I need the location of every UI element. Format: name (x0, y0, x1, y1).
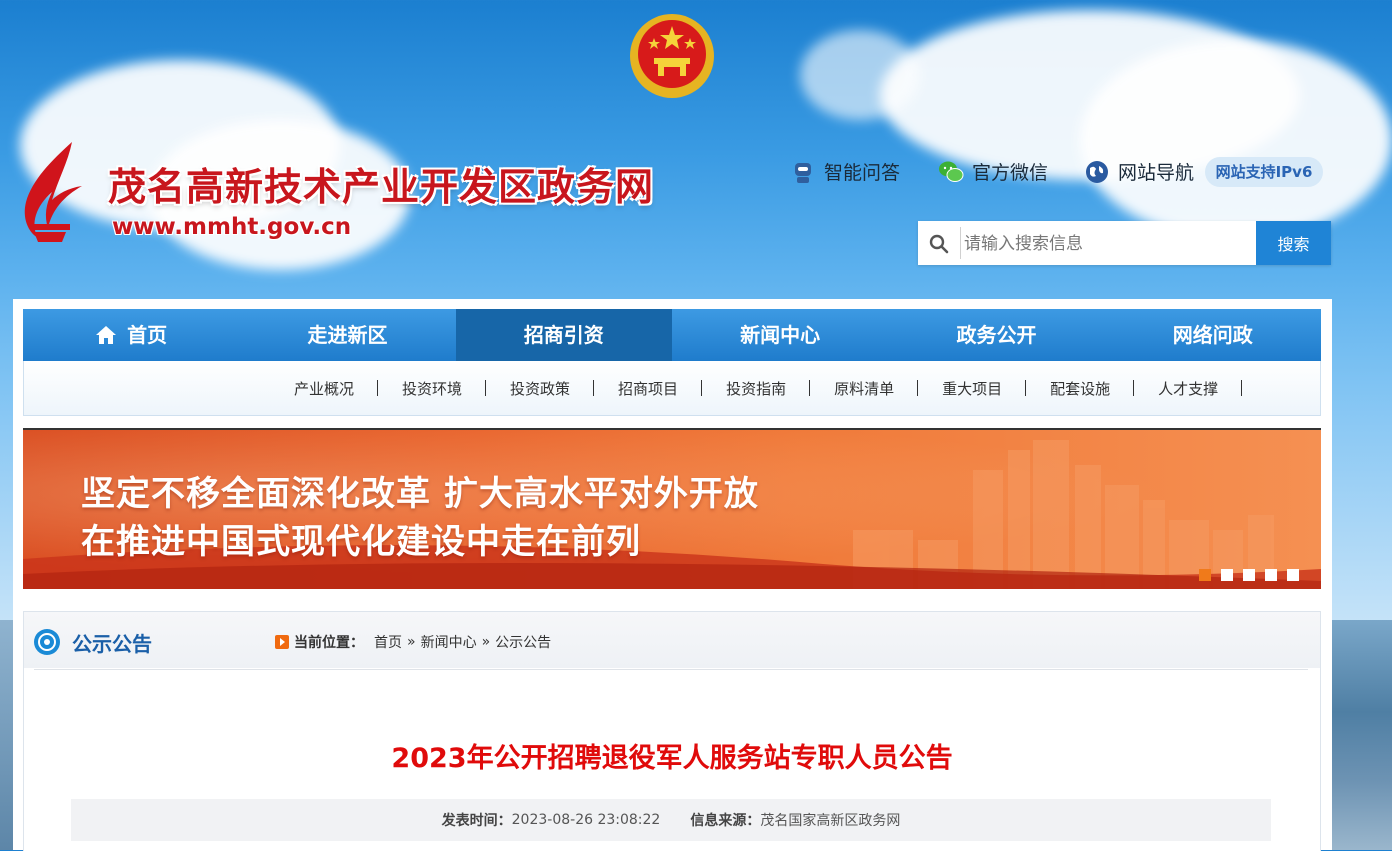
breadcrumb: 当前位置： 首页 » 新闻中心 » 公示公告 (275, 632, 551, 652)
banner-subline: 在推进中国式现代化建设中走在前列 (81, 522, 641, 562)
sub-nav: 产业概况 投资环境 投资政策 招商项目 投资指南 原料清单 重大项目 配套设施 … (23, 361, 1321, 416)
subnav-item[interactable]: 招商项目 (594, 378, 703, 399)
sitemap-label: 网站导航 (1118, 162, 1195, 184)
subnav-item[interactable]: 人才支撑 (1134, 378, 1243, 399)
wechat-icon (939, 161, 964, 182)
hero-banner[interactable]: 坚定不移全面深化改革 扩大高水平对外开放 在推进中国式现代化建设中走在前列 (23, 428, 1321, 589)
nav-item-affairs[interactable]: 政务公开 (888, 309, 1104, 361)
article-source: 茂名国家高新区政务网 (760, 813, 901, 829)
breadcrumb-label: 当前位置： (294, 635, 364, 651)
home-icon (96, 326, 117, 344)
section-header: 公示公告 当前位置： 首页 » 新闻中心 » 公示公告 (24, 612, 1320, 670)
nav-item-news[interactable]: 新闻中心 (672, 309, 888, 361)
qa-link[interactable]: 智能问答 (790, 158, 900, 185)
breadcrumb-separator: » (407, 634, 416, 650)
search-input[interactable] (962, 221, 1256, 267)
nav-item-home[interactable]: 首页 (23, 309, 239, 361)
ipv6-badge: 网站支持IPv6 (1205, 157, 1323, 187)
nav-item-about[interactable]: 走进新区 (239, 309, 455, 361)
search-divider (960, 227, 961, 259)
source-label: 信息来源： (690, 813, 761, 829)
subnav-item[interactable]: 投资环境 (378, 378, 487, 399)
publish-time-label: 发表时间： (441, 813, 512, 829)
breadcrumb-notices[interactable]: 公示公告 (495, 632, 551, 652)
subnav-item[interactable]: 投资指南 (702, 378, 811, 399)
nav-item-label: 走进新区 (307, 323, 388, 347)
sitemap-link[interactable]: 网站导航 (1084, 158, 1194, 185)
subnav-item[interactable]: 产业概况 (270, 378, 379, 399)
subnav-item[interactable]: 重大项目 (918, 378, 1027, 399)
carousel-dot[interactable] (1199, 569, 1211, 581)
location-flag-icon (275, 635, 289, 649)
robot-icon (795, 162, 811, 183)
section-divider (34, 669, 1308, 670)
subnav-item[interactable]: 投资政策 (486, 378, 595, 399)
article-meta: 发表时间： 2023-08-26 23:08:22 信息来源： 茂名国家高新区政… (71, 799, 1271, 841)
national-emblem-icon (630, 14, 714, 98)
main-nav: 首页 走进新区 招商引资 新闻中心 政务公开 网络问政 (23, 309, 1321, 361)
nav-item-inquiry[interactable]: 网络问政 (1105, 309, 1321, 361)
carousel-dot[interactable] (1287, 569, 1299, 581)
article-panel: 公示公告 当前位置： 首页 » 新闻中心 » 公示公告 2023年公开招聘退役军… (23, 611, 1321, 851)
site-header: 茂名高新技术产业开发区政务网 www.mmht.gov.cn 智能问答 官方微信… (0, 0, 1392, 300)
qa-label: 智能问答 (824, 162, 901, 184)
site-url[interactable]: www.mmht.gov.cn (112, 214, 351, 240)
background-city (0, 620, 13, 850)
search-icon (929, 234, 949, 254)
nav-item-investment[interactable]: 招商引资 (455, 309, 672, 361)
breadcrumb-separator: » (481, 634, 491, 650)
wechat-label: 官方微信 (972, 162, 1049, 184)
section-title: 公示公告 (72, 632, 152, 656)
subnav-item[interactable]: 原料清单 (810, 378, 919, 399)
banner-headline: 坚定不移全面深化改革 扩大高水平对外开放 (81, 474, 759, 514)
breadcrumb-news[interactable]: 新闻中心 (421, 632, 477, 652)
carousel-dot[interactable] (1221, 569, 1233, 581)
article-title: 2023年公开招聘退役军人服务站专职人员公告 (391, 743, 953, 774)
nav-item-label: 网络问政 (1172, 323, 1253, 347)
site-title: 茂名高新技术产业开发区政务网 (108, 165, 655, 209)
carousel-dot[interactable] (1243, 569, 1255, 581)
nav-item-label: 首页 (127, 323, 168, 347)
sub-nav-list: 产业概况 投资环境 投资政策 招商项目 投资指南 原料清单 重大项目 配套设施 … (270, 361, 1243, 415)
nav-item-label: 新闻中心 (740, 323, 821, 347)
globe-icon (1086, 160, 1108, 183)
subnav-item[interactable]: 配套设施 (1026, 378, 1135, 399)
search-bar: 搜索 (918, 221, 1331, 267)
nav-item-label: 招商引资 (523, 323, 604, 347)
section-bullet-icon (34, 629, 60, 655)
carousel-dots (1199, 569, 1299, 581)
background-city (1332, 620, 1392, 850)
breadcrumb-home[interactable]: 首页 (374, 632, 402, 652)
carousel-dot[interactable] (1265, 569, 1277, 581)
publish-time: 2023-08-26 23:08:22 (511, 812, 661, 828)
search-button[interactable]: 搜索 (1256, 221, 1331, 265)
nav-item-label: 政务公开 (956, 323, 1037, 347)
site-logo-icon (24, 142, 82, 242)
wechat-link[interactable]: 官方微信 (938, 158, 1048, 185)
